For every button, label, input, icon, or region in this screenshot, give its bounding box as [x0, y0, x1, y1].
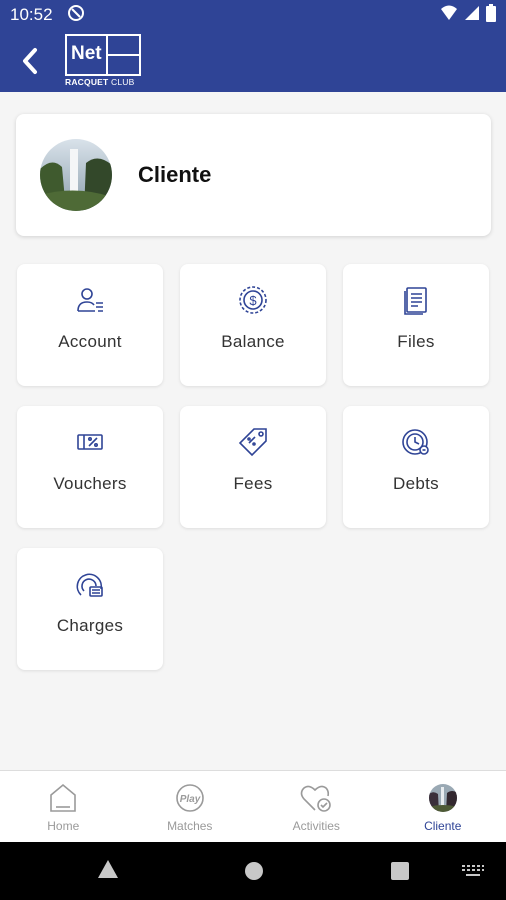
back-button[interactable] — [0, 30, 60, 92]
menu-charges[interactable]: Charges — [17, 548, 163, 670]
signal-icon — [464, 5, 480, 26]
nav-matches[interactable]: Play Matches — [127, 771, 254, 842]
keyboard-icon[interactable] — [461, 864, 485, 878]
heart-check-icon — [300, 785, 332, 812]
avatar — [40, 139, 112, 211]
status-time: 10:52 — [10, 5, 53, 24]
bottom-navigation: Home Play Matches Activities Cliente — [0, 770, 506, 842]
logo-subtitle: RACQUET CLUB — [65, 77, 135, 87]
app-bar: Net RACQUET CLUB — [0, 30, 506, 92]
wifi-icon — [440, 5, 458, 26]
nav-cliente[interactable]: Cliente — [380, 771, 506, 842]
back-triangle-icon[interactable] — [96, 858, 120, 880]
files-icon — [400, 284, 432, 316]
menu-vouchers[interactable]: Vouchers — [17, 406, 163, 528]
status-bar: 10:52 — [0, 0, 506, 30]
profile-card[interactable]: Cliente — [16, 114, 491, 236]
battery-icon — [486, 3, 496, 27]
logo-text: Net — [71, 43, 102, 64]
debts-icon — [400, 426, 432, 458]
play-icon: Play — [175, 784, 204, 812]
chevron-left-icon — [23, 48, 37, 74]
svg-text:$: $ — [249, 293, 257, 308]
svg-text:Play: Play — [179, 794, 200, 805]
system-navigation-bar — [0, 842, 506, 900]
menu-account[interactable]: Account — [17, 264, 163, 386]
home-icon — [50, 783, 77, 812]
avatar — [428, 784, 457, 812]
fees-icon — [237, 426, 269, 458]
menu-balance[interactable]: $ Balance — [180, 264, 326, 386]
menu-files[interactable]: Files — [343, 264, 489, 386]
home-circle-icon[interactable] — [243, 860, 265, 882]
recents-square-icon[interactable] — [389, 860, 411, 882]
profile-name: Cliente — [138, 162, 212, 187]
nav-activities[interactable]: Activities — [253, 771, 380, 842]
balance-icon: $ — [237, 284, 269, 316]
nav-home[interactable]: Home — [0, 771, 127, 842]
menu-debts[interactable]: Debts — [343, 406, 489, 528]
no-sync-icon — [67, 4, 85, 27]
club-logo: Net RACQUET CLUB — [63, 32, 143, 90]
account-icon — [74, 284, 106, 316]
menu-fees[interactable]: Fees — [180, 406, 326, 528]
charges-icon — [74, 568, 106, 600]
vouchers-icon — [74, 426, 106, 458]
